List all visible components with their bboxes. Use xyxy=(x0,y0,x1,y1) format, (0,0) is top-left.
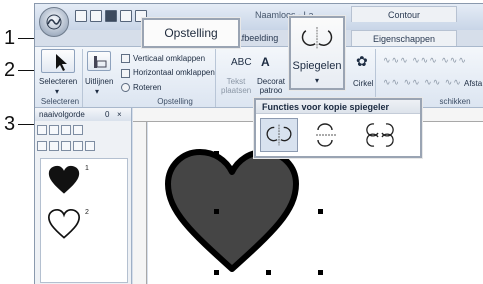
link-icon[interactable] xyxy=(61,141,71,151)
decorative-pattern-icon: A xyxy=(261,55,270,69)
uitlijnen-dropdown-arrow[interactable]: ▾ xyxy=(95,87,99,96)
outline-heart-thumbnail xyxy=(47,208,81,239)
panel-pin-button[interactable]: 0 xyxy=(105,108,109,121)
group-label-opstelling: Opstelling xyxy=(157,97,193,106)
unlink-icon[interactable] xyxy=(73,141,83,151)
selection-handle[interactable] xyxy=(318,270,323,275)
list-item[interactable]: 1 xyxy=(47,165,89,203)
filled-heart-thumbnail xyxy=(48,165,80,194)
split-icon[interactable] xyxy=(49,141,59,151)
mirror-horizontal-option[interactable] xyxy=(260,118,298,152)
spiegelen-button[interactable]: Spiegelen ▾ xyxy=(289,16,345,90)
application-menu-button[interactable] xyxy=(39,7,69,37)
selecteren-button-label[interactable]: Selecteren xyxy=(39,77,77,86)
select-tool-button[interactable] xyxy=(41,49,75,73)
vertical-flip-icon[interactable] xyxy=(121,54,130,63)
afstand-label: Afsta xyxy=(464,79,483,88)
rotate-icon[interactable] xyxy=(121,83,130,92)
arc-arrange-icons-row2[interactable]: ∿∿ ∿∿ ∿∿ ∿∿ xyxy=(383,77,462,88)
arrow-cursor-icon xyxy=(56,54,67,71)
move-up-icon[interactable] xyxy=(49,125,59,135)
callout-2: 2 xyxy=(4,59,16,81)
list-item-number: 1 xyxy=(85,165,89,172)
tab-contour[interactable]: Contour xyxy=(351,6,457,22)
group-label-schikken: schikken xyxy=(439,97,471,106)
horizontal-flip-icon[interactable] xyxy=(121,69,130,78)
align-tool-button[interactable] xyxy=(87,51,111,71)
quick-access-toolbar xyxy=(75,10,147,22)
spiegelen-button-label: Spiegelen xyxy=(292,60,342,72)
mirror-four-way-option[interactable] xyxy=(360,118,400,152)
callout-1: 1 xyxy=(4,27,16,49)
cirkel-button[interactable]: Cirkel xyxy=(353,79,373,88)
mirror-top-bottom-icon xyxy=(316,123,336,147)
verticaal-omklappen-button[interactable]: Verticaal omklappen xyxy=(133,54,205,63)
dropdown-title: Functies voor kopie spiegeler xyxy=(256,100,420,114)
sewing-order-list: 1 2 xyxy=(40,158,128,283)
horizontaal-omklappen-button[interactable]: Horizontaal omklappen xyxy=(133,68,215,77)
group-icon[interactable] xyxy=(73,125,83,135)
ribbon-tabs: Afbeelding Contour Eigenschappen xyxy=(35,6,483,46)
align-icon xyxy=(94,56,107,68)
selection-handle[interactable] xyxy=(318,209,323,214)
selecteren-dropdown-arrow[interactable]: ▾ xyxy=(55,87,59,96)
mirror-functions-dropdown: Functies voor kopie spiegeler xyxy=(254,98,422,158)
tekst-plaatsen-button[interactable]: Tekst plaatsen xyxy=(221,77,251,95)
tab-opstelling[interactable]: Opstelling xyxy=(142,18,240,48)
callout-3: 3 xyxy=(4,113,16,135)
cursor-icon[interactable] xyxy=(85,141,95,151)
circle-arrange-icon: ✿ xyxy=(356,53,368,69)
save-icon[interactable] xyxy=(105,10,117,22)
roteren-button[interactable]: Roteren xyxy=(133,83,161,92)
sort-icon[interactable] xyxy=(37,125,47,135)
panel-toolbar-row-2 xyxy=(37,141,95,153)
group-label-selecteren: Selecteren xyxy=(40,97,80,106)
separator xyxy=(215,49,216,107)
tab-eigenschappen[interactable]: Eigenschappen xyxy=(351,30,457,46)
new-file-icon[interactable] xyxy=(75,10,87,22)
vertical-ruler xyxy=(133,122,147,284)
list-item-number: 2 xyxy=(85,209,89,216)
panel-toolbar-row-1 xyxy=(37,125,83,137)
mirror-left-right-icon xyxy=(266,124,292,146)
selection-handle[interactable] xyxy=(214,209,219,214)
print-icon[interactable] xyxy=(120,10,132,22)
selection-handle[interactable] xyxy=(266,270,271,275)
combine-icon[interactable] xyxy=(37,141,47,151)
app-logo-icon xyxy=(46,14,62,30)
application-window: Naamloos - La Afbeelding Contour Eigensc… xyxy=(34,3,483,284)
spiegelen-dropdown-arrow[interactable]: ▾ xyxy=(315,76,319,85)
move-down-icon[interactable] xyxy=(61,125,71,135)
mirror-four-way-icon xyxy=(366,123,394,147)
uitlijnen-button-label[interactable]: Uitlijnen xyxy=(85,77,113,86)
panel-close-button[interactable]: × xyxy=(117,108,122,121)
mirror-copy-icon xyxy=(301,27,333,50)
list-item[interactable]: 2 xyxy=(47,208,89,247)
sewing-order-panel: naaivolgorde 0 × 1 2 xyxy=(35,108,132,284)
selection-handle[interactable] xyxy=(214,151,219,156)
selection-handle[interactable] xyxy=(214,270,219,275)
separator xyxy=(82,49,83,107)
mirror-vertical-option[interactable] xyxy=(308,118,344,152)
panel-title: naaivolgorde xyxy=(39,110,85,119)
decoratief-patroon-button[interactable]: Decorat patroo xyxy=(255,77,287,95)
panel-header: naaivolgorde 0 × xyxy=(35,108,131,121)
abc-text-icon: ABC xyxy=(231,57,252,68)
open-file-icon[interactable] xyxy=(90,10,102,22)
arc-arrange-icons[interactable]: ∿∿∿ ∿∿∿ ∿∿∿ xyxy=(383,55,467,66)
